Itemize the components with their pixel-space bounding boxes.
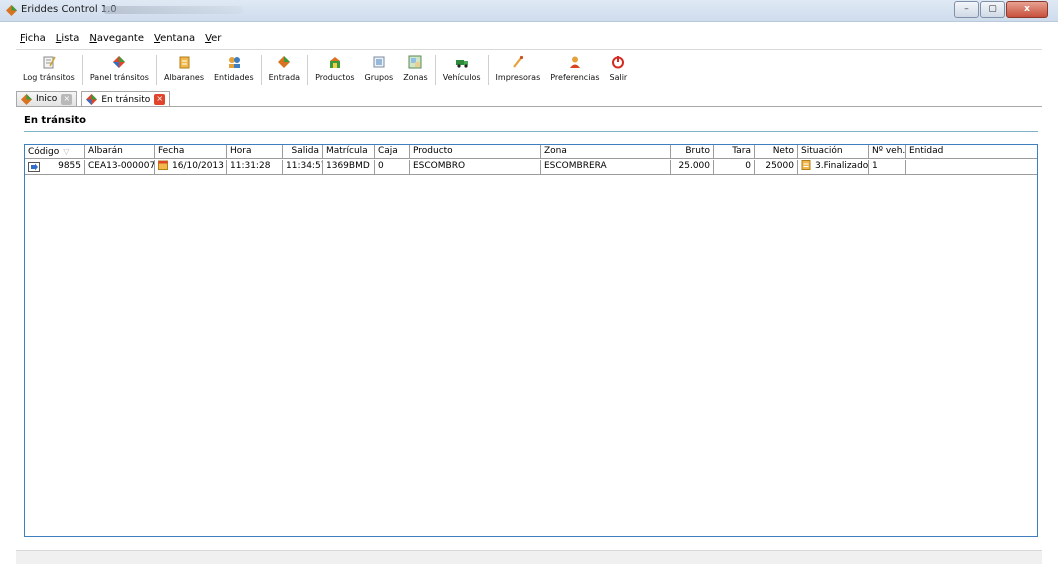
cell-situacion[interactable]: 3.Finalizado	[798, 160, 869, 174]
entidades-button[interactable]: Entidades	[209, 52, 259, 88]
menu-divider	[16, 49, 1042, 50]
log-transitos-button[interactable]: Log tránsitos	[18, 52, 80, 88]
column-header-situacion[interactable]: Situación	[798, 145, 869, 159]
vehiculos-icon	[455, 60, 468, 68]
preferencias-button[interactable]: Preferencias	[545, 52, 604, 88]
content-panel: En tránsito Código ▽ Albarán Fecha Hora S…	[16, 107, 1042, 548]
menu-ver[interactable]: Ver	[205, 33, 221, 49]
vehiculos-button[interactable]: Vehículos	[438, 52, 486, 88]
tab-inicio-label: Inico	[36, 94, 58, 104]
toolbar-divider	[155, 55, 157, 85]
salir-icon	[612, 56, 625, 69]
menu-navegante[interactable]: Navegante	[89, 33, 144, 49]
column-header-matricula[interactable]: Matrícula	[323, 145, 375, 159]
impresoras-button[interactable]: Impresoras	[491, 52, 546, 88]
blurred-title-detail	[103, 6, 243, 14]
close-tab-icon[interactable]: ×	[61, 93, 73, 105]
productos-icon	[329, 57, 340, 68]
menu-ventana[interactable]: Ventana	[154, 33, 195, 49]
cell-neto[interactable]: 25000	[755, 160, 798, 174]
cell-tara[interactable]: 0	[714, 160, 755, 174]
column-header-caja[interactable]: Caja	[375, 145, 410, 159]
sort-icon: ▽	[63, 147, 70, 156]
column-header-fecha[interactable]: Fecha	[155, 145, 227, 159]
column-header-bruto[interactable]: Bruto	[671, 145, 714, 159]
toolbar-divider	[81, 55, 83, 85]
row-indicator-icon	[28, 162, 40, 172]
cell-albaran[interactable]: CEA13-000007	[85, 160, 155, 174]
zonas-button[interactable]: Zonas	[398, 52, 433, 88]
cell-codigo[interactable]: 9855	[25, 160, 85, 174]
panel-icon	[113, 56, 126, 68]
column-header-hora[interactable]: Hora	[227, 145, 283, 159]
menu-ficha[interactable]: Ficha	[20, 33, 46, 49]
toolbar-divider	[260, 55, 262, 85]
transit-table: Código ▽ Albarán Fecha Hora Salida Matríc…	[24, 144, 1038, 537]
app-logo-icon	[6, 5, 17, 16]
tab-inicio[interactable]: Inico ×	[16, 91, 78, 106]
grupos-icon	[373, 56, 385, 68]
page-title: En tránsito	[24, 115, 87, 126]
preferencias-icon	[569, 56, 580, 68]
cell-zona[interactable]: ESCOMBRERA	[541, 160, 671, 174]
toolbar-divider	[487, 55, 489, 85]
column-header-salida[interactable]: Salida	[283, 145, 323, 159]
tab-en-transito[interactable]: En tránsito ×	[81, 91, 171, 107]
minimize-button[interactable]: –	[954, 1, 979, 18]
cell-producto[interactable]: ESCOMBRO	[410, 160, 541, 174]
toolbar-divider	[434, 55, 436, 85]
impresoras-icon	[513, 55, 523, 68]
column-header-codigo[interactable]: Código ▽	[25, 145, 85, 159]
column-header-tara[interactable]: Tara	[714, 145, 755, 159]
close-tab-icon[interactable]: ×	[154, 94, 166, 105]
grupos-button[interactable]: Grupos	[360, 52, 399, 88]
zonas-icon	[408, 55, 422, 69]
cell-hora[interactable]: 11:31:28	[227, 160, 283, 174]
document-tabs: Inico × En tránsito ×	[16, 91, 174, 107]
albaranes-icon	[179, 56, 190, 69]
title-bar: Eriddes Control 1.0 – ▢ x	[0, 0, 1058, 22]
cell-fecha[interactable]: 16/10/2013	[155, 160, 227, 174]
albaranes-button[interactable]: Albaranes	[159, 52, 209, 88]
transit-icon	[86, 94, 98, 105]
tab-en-transito-label: En tránsito	[101, 94, 151, 105]
entidades-icon	[228, 57, 240, 68]
calendar-icon	[158, 160, 168, 170]
status-document-icon	[801, 160, 811, 170]
column-header-nveh[interactable]: Nº veh.	[869, 145, 906, 159]
table-row[interactable]: 9855 CEA13-000007 16/10/2013 11:31:28 11…	[25, 160, 1037, 175]
productos-button[interactable]: Productos	[310, 52, 359, 88]
cell-bruto[interactable]: 25.000	[671, 160, 714, 174]
cell-matricula[interactable]: 1369BMD	[323, 160, 375, 174]
status-bar	[16, 550, 1042, 564]
column-header-neto[interactable]: Neto	[755, 145, 798, 159]
cell-salida[interactable]: 11:34:57	[283, 160, 323, 174]
column-header-producto[interactable]: Producto	[410, 145, 541, 159]
column-header-entidad[interactable]: Entidad	[906, 145, 1037, 159]
close-window-button[interactable]: x	[1006, 1, 1048, 18]
toolbar-divider	[307, 55, 309, 85]
toolbar: Log tránsitos Panel tránsitos Albaranes …	[18, 52, 632, 88]
home-diamond-icon	[21, 93, 32, 105]
cell-entidad[interactable]	[906, 160, 1037, 174]
entrada-button[interactable]: Entrada	[264, 52, 305, 88]
title-underline	[24, 131, 1038, 132]
cell-nveh[interactable]: 1	[869, 160, 906, 174]
log-icon	[43, 56, 56, 69]
salir-button[interactable]: Salir	[605, 52, 633, 88]
column-header-albaran[interactable]: Albarán	[85, 145, 155, 159]
panel-transitos-button[interactable]: Panel tránsitos	[85, 52, 154, 88]
menu-lista[interactable]: Lista	[56, 33, 80, 49]
table-header: Código ▽ Albarán Fecha Hora Salida Matríc…	[25, 145, 1037, 159]
maximize-button[interactable]: ▢	[980, 1, 1005, 18]
menu-bar: Ficha Lista Navegante Ventana Ver	[0, 33, 231, 49]
cell-caja[interactable]: 0	[375, 160, 410, 174]
entrada-icon	[278, 56, 291, 68]
column-header-zona[interactable]: Zona	[541, 145, 671, 159]
